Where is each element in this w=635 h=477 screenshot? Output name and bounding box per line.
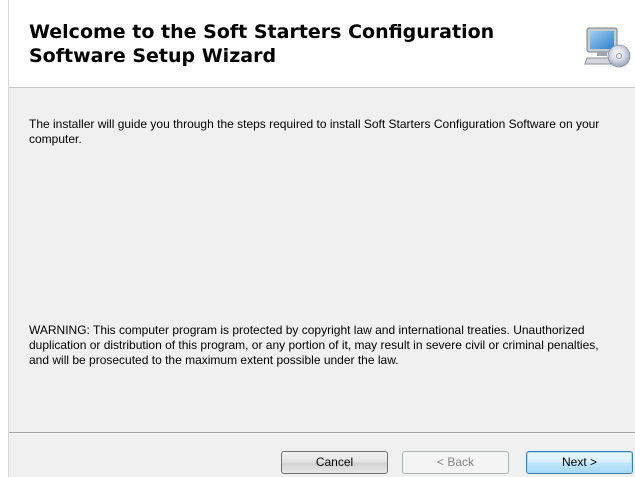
cancel-button[interactable]: Cancel xyxy=(281,451,388,474)
wizard-banner: Welcome to the Soft Starters Configurati… xyxy=(9,0,635,88)
wizard-title: Welcome to the Soft Starters Configurati… xyxy=(29,21,495,67)
button-separator xyxy=(9,432,635,434)
intro-text: The installer will guide you through the… xyxy=(29,117,600,146)
next-button[interactable]: Next > xyxy=(526,451,633,474)
computer-cd-icon xyxy=(584,27,631,68)
back-button[interactable]: < Back xyxy=(402,451,509,474)
copyright-warning-text: WARNING: This computer program is protec… xyxy=(29,323,599,367)
setup-wizard-window: Welcome to the Soft Starters Configurati… xyxy=(8,0,635,477)
